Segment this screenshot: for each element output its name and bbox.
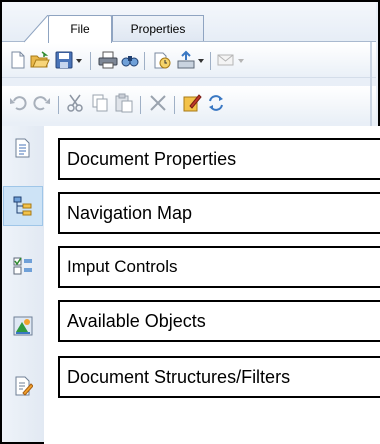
toolbar-separator [174, 96, 175, 114]
save-icon[interactable] [54, 50, 74, 70]
redo-icon[interactable] [32, 93, 52, 113]
toolbar-separator [140, 96, 141, 114]
open-folder-icon[interactable] [30, 50, 50, 70]
toolbar-right-edge [370, 42, 372, 126]
export-dropdown-icon[interactable] [196, 50, 206, 70]
document-structures-icon[interactable] [13, 376, 33, 396]
toolbar-separator [90, 52, 91, 70]
send-mail-icon[interactable] [216, 50, 236, 70]
find-icon[interactable] [120, 50, 140, 70]
delete-icon[interactable] [148, 93, 168, 113]
toolbar-separator [58, 96, 59, 114]
cut-icon[interactable] [66, 93, 86, 113]
panel-document-structures[interactable]: Document Structures/Filters [58, 356, 380, 398]
toolbar-separator [144, 52, 145, 70]
toolbar-primary [2, 42, 376, 77]
refresh-icon[interactable] [206, 93, 226, 113]
save-dropdown-icon[interactable] [74, 50, 84, 70]
edit-icon[interactable] [182, 93, 202, 113]
side-icon-column [2, 126, 45, 442]
copy-icon[interactable] [90, 93, 110, 113]
tab-file[interactable]: File [48, 15, 112, 43]
undo-icon[interactable] [8, 93, 28, 113]
report-panel-window: File Properties Document Properties Navi… [0, 0, 380, 444]
tab-file-edge [24, 15, 50, 43]
available-objects-icon[interactable] [13, 316, 33, 336]
toolbar-separator [210, 52, 211, 70]
new-document-icon[interactable] [8, 50, 28, 70]
toolbar-edit [2, 86, 376, 122]
input-controls-icon[interactable] [13, 256, 33, 276]
panel-navigation-map[interactable]: Navigation Map [58, 192, 380, 234]
tab-properties[interactable]: Properties [112, 15, 204, 42]
navigation-map-icon[interactable] [13, 196, 33, 216]
tab-strip: File Properties [2, 2, 376, 43]
panel-available-objects[interactable]: Available Objects [58, 300, 380, 342]
history-icon[interactable] [152, 50, 172, 70]
document-properties-icon[interactable] [13, 138, 33, 158]
panel-input-controls[interactable]: Imput Controls [58, 246, 380, 288]
print-icon[interactable] [98, 50, 118, 70]
paste-icon[interactable] [114, 93, 134, 113]
send-mail-dropdown-icon[interactable] [236, 50, 246, 70]
panel-document-properties[interactable]: Document Properties [58, 138, 380, 180]
export-icon[interactable] [176, 50, 196, 70]
toolbar-divider [2, 77, 376, 78]
